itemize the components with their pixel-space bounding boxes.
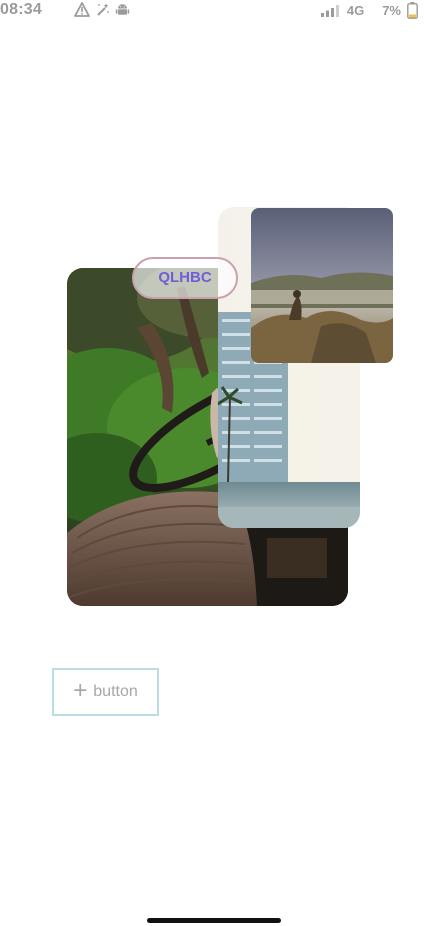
add-button-label: button: [93, 683, 138, 700]
collage-badge[interactable]: QLHBC: [132, 257, 238, 299]
battery-icon: [407, 2, 418, 19]
magic-wand-icon: [95, 2, 110, 17]
battery-percent: 7%: [382, 3, 401, 18]
screen: 08:34 4G 7% QLHBC + button: [0, 0, 428, 926]
plus-icon: +: [73, 677, 88, 704]
status-left-icons: [74, 2, 130, 17]
status-bar: 08:34 4G 7%: [0, 0, 428, 22]
home-indicator[interactable]: [147, 918, 281, 923]
status-time: 08:34: [0, 1, 42, 18]
warning-icon: [74, 2, 90, 17]
network-type: 4G: [346, 3, 365, 18]
signal-icon: [320, 4, 341, 17]
mountain-landscape-photo: [251, 208, 393, 363]
add-button[interactable]: + button: [52, 668, 159, 716]
status-right: 4G 7%: [320, 2, 418, 19]
android-icon: [115, 2, 130, 17]
